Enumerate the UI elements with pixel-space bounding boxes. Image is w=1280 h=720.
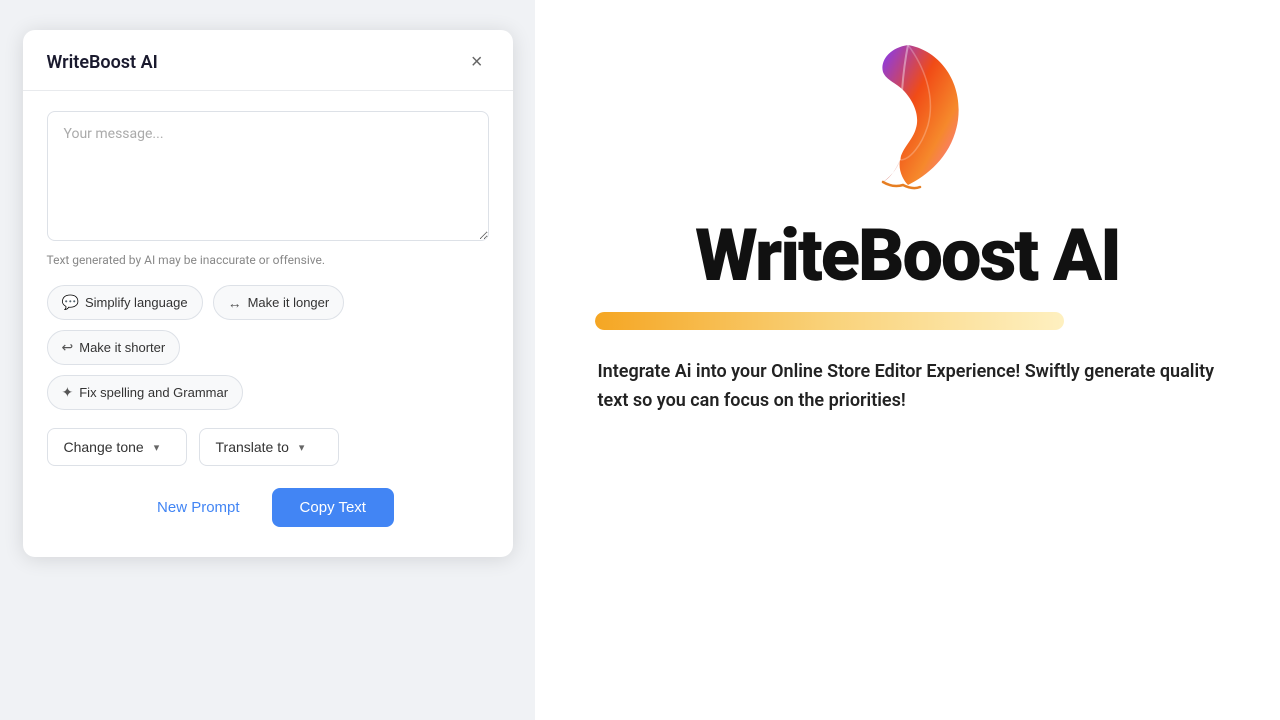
dialog-title: WriteBoost AI xyxy=(47,52,158,73)
simplify-icon: 💬 xyxy=(62,294,79,311)
change-tone-chevron-icon: ▾ xyxy=(154,441,160,454)
dialog-box: WriteBoost AI × Text generated by AI may… xyxy=(23,30,513,557)
translate-to-dropdown[interactable]: Translate to ▾ xyxy=(199,428,339,466)
tagline-text: Integrate Ai into your Online Store Edit… xyxy=(598,358,1218,416)
translate-to-chevron-icon: ▾ xyxy=(299,441,305,454)
logo-container xyxy=(848,40,968,210)
simplify-language-button[interactable]: 💬 Simplify language xyxy=(47,285,203,320)
copy-text-button[interactable]: Copy Text xyxy=(272,488,394,527)
feather-logo-icon xyxy=(848,40,968,200)
dialog-body: Text generated by AI may be inaccurate o… xyxy=(23,91,513,466)
longer-label: Make it longer xyxy=(248,295,330,310)
shorter-label: Make it shorter xyxy=(79,340,165,355)
left-panel: WriteBoost AI × Text generated by AI may… xyxy=(0,0,535,720)
footer-buttons: New Prompt Copy Text xyxy=(23,488,513,527)
right-panel: WriteBoost AI Integrate Ai into your Onl… xyxy=(535,0,1280,720)
spelling-icon: ✦ xyxy=(62,384,74,401)
shorter-icon: ↩ xyxy=(62,339,74,356)
message-textarea[interactable] xyxy=(47,111,489,241)
make-longer-button[interactable]: ↔ Make it longer xyxy=(213,285,345,320)
simplify-label: Simplify language xyxy=(85,295,188,310)
action-row-top: 💬 Simplify language ↔ Make it longer xyxy=(47,285,489,320)
change-tone-label: Change tone xyxy=(64,439,144,455)
spelling-label: Fix spelling and Grammar xyxy=(79,385,228,400)
longer-icon: ↔ xyxy=(228,295,242,311)
translate-to-label: Translate to xyxy=(216,439,289,455)
close-button[interactable]: × xyxy=(465,50,489,74)
dialog-header: WriteBoost AI × xyxy=(23,30,513,91)
progress-bar-container xyxy=(595,312,1220,330)
brand-title: WriteBoost AI xyxy=(695,220,1120,292)
action-row-bottom: ✦ Fix spelling and Grammar xyxy=(47,375,489,410)
action-row-middle: ↩ Make it shorter xyxy=(47,330,489,365)
disclaimer-text: Text generated by AI may be inaccurate o… xyxy=(47,253,489,267)
change-tone-dropdown[interactable]: Change tone ▾ xyxy=(47,428,187,466)
new-prompt-button[interactable]: New Prompt xyxy=(141,489,256,526)
dropdown-row: Change tone ▾ Translate to ▾ xyxy=(47,428,489,466)
fix-spelling-button[interactable]: ✦ Fix spelling and Grammar xyxy=(47,375,244,410)
make-shorter-button[interactable]: ↩ Make it shorter xyxy=(47,330,181,365)
progress-bar-fill xyxy=(595,312,1064,330)
action-buttons: 💬 Simplify language ↔ Make it longer ↩ M… xyxy=(47,285,489,410)
